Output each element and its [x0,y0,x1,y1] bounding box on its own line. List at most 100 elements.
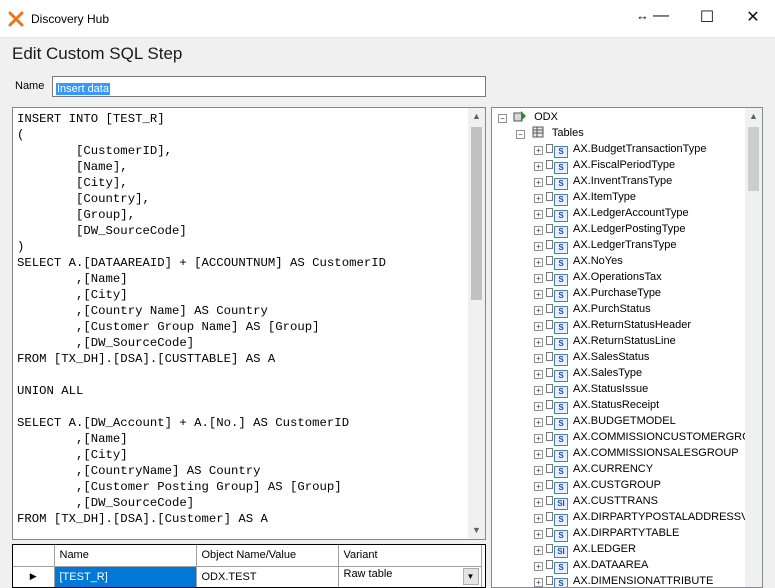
tree-item[interactable]: + S AX.ItemType [534,189,636,206]
close-button[interactable]: ✕ [743,7,763,29]
tree-scrollbar[interactable]: ▲ [745,108,762,587]
scroll-thumb[interactable] [471,127,482,300]
cell-variant[interactable]: Raw table ▼ [338,566,482,587]
expand-icon[interactable]: + [534,546,543,555]
tree-item[interactable]: + S AX.StatusIssue [534,381,648,398]
tree-item[interactable]: + S AX.COMMISSIONCUSTOMERGRO [534,429,751,446]
scroll-down-icon[interactable]: ▼ [468,522,485,539]
tree-item-label: AX.CUSTGROUP [573,479,662,491]
tree-item[interactable]: + SI AX.LEDGER [534,541,636,558]
tree-item[interactable]: + S AX.ReturnStatusLine [534,333,676,350]
tree-item[interactable]: + S AX.SalesType [534,365,643,382]
expand-icon[interactable]: + [534,386,543,395]
tree-item[interactable]: + S AX.InventTransType [534,173,672,190]
sql-editor[interactable]: INSERT INTO [TEST_R] ( [CustomerID], [Na… [12,107,486,540]
expand-icon[interactable]: + [534,210,543,219]
table-marker-icon [546,496,553,505]
tree-item[interactable]: + SI AX.CUSTTRANS [534,493,658,510]
dialog-heading: Edit Custom SQL Step [12,44,183,63]
collapse-icon[interactable]: − [498,114,507,123]
resize-icon[interactable]: ↔ [636,8,649,23]
expand-icon[interactable]: + [534,274,543,283]
tree-item[interactable]: + S AX.FiscalPeriodType [534,157,675,174]
row-indicator-icon[interactable]: ▶ [13,566,55,587]
collapse-icon[interactable]: − [516,130,525,139]
tree-item[interactable]: + S AX.CUSTGROUP [534,477,662,494]
tree-item-label: AX.COMMISSIONCUSTOMERGRO [573,431,751,443]
tree-item[interactable]: + S AX.DIRPARTYPOSTALADDRESSV [534,509,748,526]
parameter-grid: Name Object Name/Value Variant ▶ [TEST_R… [12,544,486,588]
tree-item[interactable]: + S AX.StatusReceipt [534,397,659,414]
tree-item-label: AX.COMMISSIONSALESGROUP [573,447,739,459]
minimize-button[interactable]: — [651,7,671,29]
tree-item[interactable]: + S AX.LedgerPostingType [534,221,686,238]
tree-item[interactable]: + S AX.DIRPARTYTABLE [534,525,679,542]
expand-icon[interactable]: + [534,466,543,475]
tree-item-label: AX.SalesStatus [573,351,650,363]
sql-text[interactable]: INSERT INTO [TEST_R] ( [CustomerID], [Na… [17,111,386,527]
tree-item[interactable]: + S AX.DATAAREA [534,557,648,574]
table-marker-icon [546,352,553,361]
expand-icon[interactable]: + [534,322,543,331]
expand-icon[interactable]: + [534,578,543,587]
table-marker-icon [546,384,553,393]
expand-icon[interactable]: + [534,434,543,443]
expand-icon[interactable]: + [534,530,543,539]
expand-icon[interactable]: + [534,306,543,315]
tree-node-label: ODX [534,111,558,123]
column-header-name[interactable]: Name [54,545,197,567]
app-window: Discovery Hub ↔ — ☐ ✕ Edit Custom SQL St… [0,0,775,588]
tree-item[interactable]: + S AX.SalesStatus [534,349,650,366]
tree-node-odx[interactable]: − ODX [498,109,558,125]
expand-icon[interactable]: + [534,562,543,571]
cell-object-value[interactable]: ODX.TEST [196,566,339,587]
expand-icon[interactable]: + [534,338,543,347]
expand-icon[interactable]: + [534,402,543,411]
scroll-thumb[interactable] [748,127,759,191]
expand-icon[interactable]: + [534,146,543,155]
tree-item[interactable]: + S AX.BudgetTransactionType [534,141,707,158]
column-header-object[interactable]: Object Name/Value [196,545,339,567]
expand-icon[interactable]: + [534,290,543,299]
scroll-up-icon[interactable]: ▲ [468,108,485,125]
tree-item[interactable]: + S AX.PurchStatus [534,301,651,318]
table-marker-icon [546,272,553,281]
sql-editor-scrollbar[interactable]: ▲ ▼ [468,108,485,539]
expand-icon[interactable]: + [534,258,543,267]
tree-item-label: AX.SalesType [573,367,643,379]
expand-icon[interactable]: + [534,498,543,507]
expand-icon[interactable]: + [534,370,543,379]
expand-icon[interactable]: + [534,162,543,171]
expand-icon[interactable]: + [534,514,543,523]
tree-item[interactable]: + S AX.PurchaseType [534,285,661,302]
column-header-variant[interactable]: Variant [338,545,482,567]
tree-item-label: AX.LEDGER [573,543,636,555]
expand-icon[interactable]: + [534,482,543,491]
scroll-up-icon[interactable]: ▲ [745,108,762,125]
tree-item-label: AX.ItemType [573,191,636,203]
expand-icon[interactable]: + [534,418,543,427]
tree-item[interactable]: + S AX.ReturnStatusHeader [534,317,691,334]
tree-item[interactable]: + S AX.COMMISSIONSALESGROUP [534,445,739,462]
tree-item[interactable]: + S AX.LedgerTransType [534,237,677,254]
tree-item[interactable]: + S AX.NoYes [534,253,623,270]
tree-item[interactable]: + S AX.BUDGETMODEL [534,413,676,430]
object-tree[interactable]: − ODX − Tables + S AX.BudgetTransactionTyp… [491,107,763,588]
expand-icon[interactable]: + [534,226,543,235]
chevron-down-icon[interactable]: ▼ [462,568,479,585]
tree-node-tables[interactable]: − Tables [516,125,584,141]
table-marker-icon [546,448,553,457]
expand-icon[interactable]: + [534,242,543,251]
cell-name[interactable]: [TEST_R] [54,566,197,587]
maximize-button[interactable]: ☐ [697,7,717,29]
tree-item[interactable]: + S AX.CURRENCY [534,461,653,478]
name-input[interactable]: Insert data [52,76,486,97]
expand-icon[interactable]: + [534,194,543,203]
tree-item[interactable]: + S AX.DIMENSIONATTRIBUTE [534,573,713,587]
table-row[interactable]: ▶ [TEST_R] ODX.TEST Raw table ▼ [13,566,482,587]
tree-item[interactable]: + S AX.OperationsTax [534,269,662,286]
expand-icon[interactable]: + [534,450,543,459]
expand-icon[interactable]: + [534,178,543,187]
tree-item[interactable]: + S AX.LedgerAccountType [534,205,689,222]
expand-icon[interactable]: + [534,354,543,363]
